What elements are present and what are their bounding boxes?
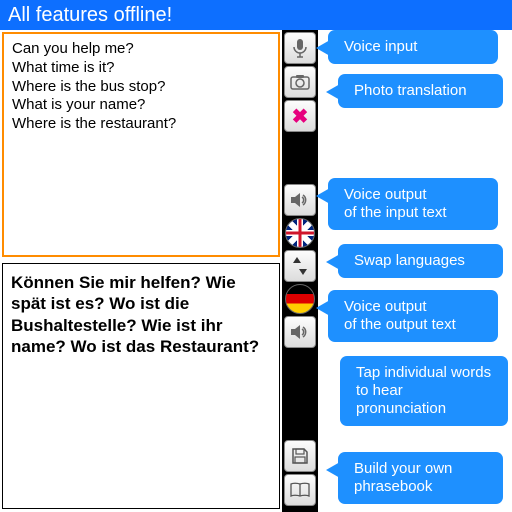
close-icon: ✖ xyxy=(292,104,309,129)
app-area: Can you help me? What time is it? Where … xyxy=(0,30,512,512)
save-icon xyxy=(291,447,309,465)
book-icon xyxy=(290,482,310,498)
clear-button[interactable]: ✖ xyxy=(284,100,316,132)
callout-photo-translation: Photo translation xyxy=(338,74,503,108)
target-language-flag-de[interactable] xyxy=(285,284,315,314)
save-button[interactable] xyxy=(284,440,316,472)
callouts-area: Voice input Photo translation Voice outp… xyxy=(318,30,512,512)
output-text-area[interactable]: Können Sie mir helfen? Wie spät ist es? … xyxy=(2,263,280,509)
callout-voice-output-input: Voice output of the input text xyxy=(328,178,498,230)
voice-input-button[interactable] xyxy=(284,32,316,64)
source-language-flag-uk[interactable] xyxy=(285,218,315,248)
speaker-icon xyxy=(290,192,310,208)
callout-voice-input: Voice input xyxy=(328,30,498,64)
camera-icon xyxy=(290,74,310,90)
header-bar: All features offline! xyxy=(0,0,512,30)
speak-output-button[interactable] xyxy=(284,316,316,348)
phrasebook-button[interactable] xyxy=(284,474,316,506)
swap-languages-button[interactable] xyxy=(284,250,316,282)
microphone-icon xyxy=(292,38,308,58)
speaker-icon xyxy=(290,324,310,340)
callout-voice-output-output: Voice output of the output text xyxy=(328,290,498,342)
header-title: All features offline! xyxy=(8,4,172,27)
swap-icon xyxy=(293,257,307,275)
photo-translation-button[interactable] xyxy=(284,66,316,98)
callout-swap-languages: Swap languages xyxy=(338,244,503,278)
callout-tap-words: Tap individual words to hear pronunciati… xyxy=(340,356,508,426)
callout-phrasebook: Build your own phrasebook xyxy=(338,452,503,504)
input-text-area[interactable]: Can you help me? What time is it? Where … xyxy=(2,32,280,257)
toolbar: ✖ xyxy=(282,30,318,512)
text-panes: Can you help me? What time is it? Where … xyxy=(0,30,282,512)
speak-input-button[interactable] xyxy=(284,184,316,216)
